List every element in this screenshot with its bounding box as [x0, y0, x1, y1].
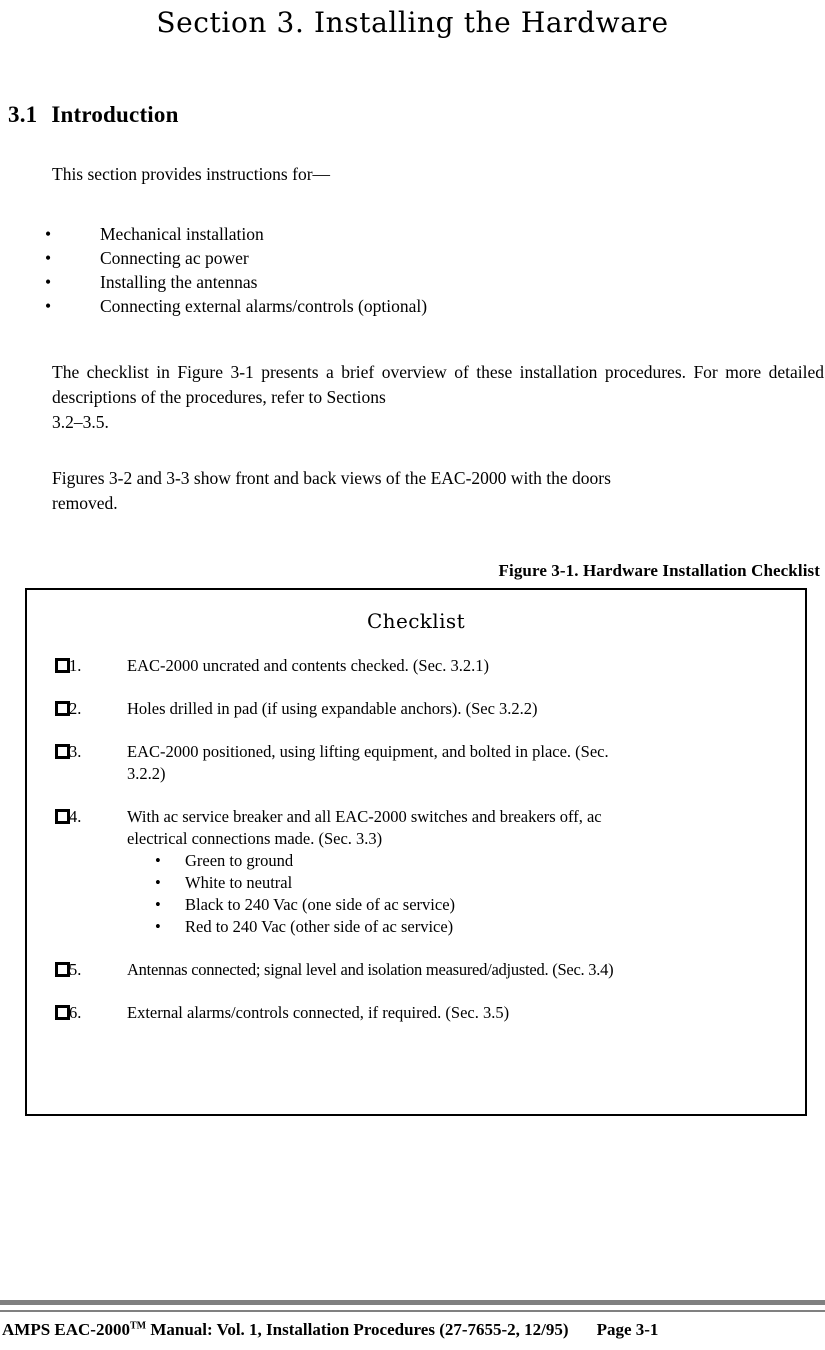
bullet-icon: • — [45, 272, 52, 292]
list-item: • Mechanical installation — [45, 222, 745, 246]
checkbox-cell — [27, 698, 70, 716]
checkbox-cell — [27, 741, 70, 759]
checklist-reference-paragraph: The checklist in Figure 3-1 presents a b… — [52, 360, 824, 435]
section-number: 3.1 — [8, 102, 38, 127]
bullet-icon: • — [45, 296, 52, 316]
checklist-item-number: 1. — [69, 656, 82, 675]
trademark-icon: TM — [129, 1320, 147, 1332]
paragraph-line: The checklist in Figure 3-1 presents a b… — [52, 362, 824, 407]
checkbox-cell — [27, 1002, 70, 1020]
checklist-item-line: electrical connections made. (Sec. 3.3) — [127, 829, 383, 848]
list-item: • Red to 240 Vac (other side of ac servi… — [127, 916, 781, 938]
empty-square-icon[interactable] — [55, 962, 70, 977]
checklist-item-number: 4. — [69, 807, 82, 826]
checklist-item: 3. EAC-2000 positioned, using lifting eq… — [27, 741, 805, 785]
intro-bullet-list: • Mechanical installation • Connecting a… — [45, 222, 745, 318]
checklist-item-line: 3.2.2) — [127, 764, 166, 783]
footer-manual-label: AMPS EAC-2000TM Manual: Vol. 1, Installa… — [0, 1320, 569, 1340]
bullet-icon: • — [155, 895, 161, 914]
empty-square-icon[interactable] — [55, 701, 70, 716]
list-item: • Connecting external alarms/controls (o… — [45, 294, 745, 318]
list-item-label: Mechanical installation — [100, 224, 264, 244]
bullet-icon: • — [155, 851, 161, 870]
list-item-label: Red to 240 Vac (other side of ac service… — [185, 917, 454, 936]
list-item: • White to neutral — [127, 872, 781, 894]
checkbox-cell — [27, 655, 70, 673]
checklist-title: Checklist — [366, 609, 466, 633]
list-item-label: Installing the antennas — [100, 272, 258, 292]
checklist-box: Checklist 1. EAC-2000 uncrated and conte… — [25, 588, 807, 1116]
checklist-item-line: EAC-2000 positioned, using lifting equip… — [127, 742, 609, 761]
list-item: • Green to ground — [127, 850, 781, 872]
section-heading: 3.1 Introduction — [8, 102, 179, 128]
empty-square-icon[interactable] — [55, 658, 70, 673]
section-title: Introduction — [51, 102, 179, 127]
list-item-label: Black to 240 Vac (one side of ac service… — [185, 895, 456, 914]
checklist-item: 5. Antennas connected; signal level and … — [27, 959, 805, 981]
list-item: • Installing the antennas — [45, 270, 745, 294]
checklist-items: 1. EAC-2000 uncrated and contents checke… — [27, 655, 805, 1024]
checklist-item: 2. Holes drilled in pad (if using expand… — [27, 698, 805, 720]
checklist-item-text: EAC-2000 uncrated and contents checked. … — [127, 656, 489, 675]
footer-rule-thin — [0, 1310, 825, 1312]
checklist-item-number: 6. — [69, 1003, 82, 1022]
checklist-item-line: With ac service breaker and all EAC-2000… — [127, 807, 602, 826]
checklist-item-number: 5. — [69, 960, 82, 979]
footer-manual-details: Manual: Vol. 1, Installation Procedures … — [146, 1320, 569, 1339]
paragraph-line: Figures 3-2 and 3-3 show front and back … — [52, 468, 611, 488]
list-item-label: White to neutral — [185, 873, 293, 892]
list-item-label: Green to ground — [185, 851, 294, 870]
paragraph-line: removed. — [52, 493, 118, 513]
list-item-label: Connecting ac power — [100, 248, 249, 268]
figures-reference-paragraph: Figures 3-2 and 3-3 show front and back … — [52, 466, 824, 516]
list-item-label: Connecting external alarms/controls (opt… — [100, 296, 428, 316]
list-item: • Black to 240 Vac (one side of ac servi… — [127, 894, 781, 916]
checklist-item-number: 3. — [69, 742, 82, 761]
figure-caption: Figure 3-1. Hardware Installation Checkl… — [498, 561, 820, 580]
checklist-item-text: Holes drilled in pad (if using expandabl… — [127, 699, 538, 718]
checklist-item: 1. EAC-2000 uncrated and contents checke… — [27, 655, 805, 677]
footer-product-name: AMPS EAC-2000 — [2, 1320, 130, 1339]
bullet-icon: • — [155, 873, 161, 892]
checkbox-cell — [27, 806, 70, 824]
checklist-item-text: External alarms/controls connected, if r… — [127, 1003, 510, 1022]
bullet-icon: • — [45, 224, 52, 244]
bullet-icon: • — [155, 917, 161, 936]
checklist-item: 4. With ac service breaker and all EAC-2… — [27, 806, 805, 938]
bullet-icon: • — [45, 248, 52, 268]
checkbox-cell — [27, 959, 70, 977]
footer-rule-thick — [0, 1300, 825, 1305]
checklist-item-text: EAC-2000 positioned, using lifting equip… — [127, 741, 805, 785]
checklist-item-text: Antennas connected; signal level and iso… — [127, 960, 614, 979]
checklist-sub-bullet-list: • Green to ground • White to neutral • B… — [127, 850, 781, 938]
empty-square-icon[interactable] — [55, 809, 70, 824]
checklist-item: 6. External alarms/controls connected, i… — [27, 1002, 805, 1024]
page-footer: AMPS EAC-2000TM Manual: Vol. 1, Installa… — [0, 1320, 825, 1340]
checklist-item-number: 2. — [69, 699, 82, 718]
page-number: Page 3-1 — [596, 1320, 659, 1339]
empty-square-icon[interactable] — [55, 744, 70, 759]
empty-square-icon[interactable] — [55, 1005, 70, 1020]
list-item: • Connecting ac power — [45, 246, 745, 270]
paragraph-line: 3.2–3.5. — [52, 412, 109, 432]
intro-paragraph: This section provides instructions for— — [52, 164, 331, 184]
page-title: Section 3. Installing the Hardware — [156, 6, 669, 39]
checklist-item-text: With ac service breaker and all EAC-2000… — [127, 806, 805, 938]
